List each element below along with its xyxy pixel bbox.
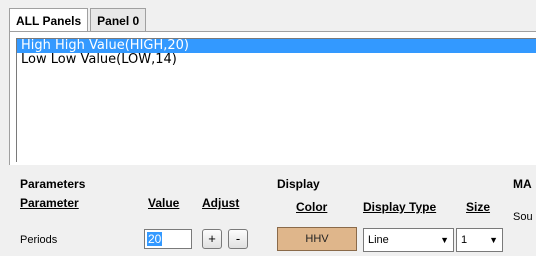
- periods-value-text: 20: [147, 232, 163, 246]
- display-type-select[interactable]: Line ▼: [363, 228, 454, 252]
- size-column-header: Size: [466, 200, 491, 214]
- indicator-list[interactable]: High High Value(HIGH,20) Low Low Value(L…: [16, 38, 536, 162]
- color-swatch-button[interactable]: HHV: [277, 227, 357, 251]
- chevron-down-icon: ▼: [440, 235, 449, 245]
- decrement-button[interactable]: -: [228, 229, 248, 249]
- parameters-title: Parameters: [20, 177, 86, 191]
- adjust-column-header: Adjust: [202, 196, 240, 210]
- source-label: Sou: [513, 211, 533, 223]
- periods-label: Periods: [20, 234, 58, 246]
- ma-title: MA: [513, 177, 532, 191]
- size-value: 1: [461, 234, 468, 246]
- list-item[interactable]: Low Low Value(LOW,14): [17, 53, 536, 67]
- increment-button[interactable]: +: [202, 229, 222, 249]
- display-type-value: Line: [368, 234, 389, 246]
- parameter-column-header: Parameter: [20, 196, 79, 210]
- list-item[interactable]: High High Value(HIGH,20): [17, 39, 536, 53]
- periods-value-input[interactable]: 20: [144, 229, 192, 249]
- color-column-header: Color: [296, 200, 328, 214]
- value-column-header: Value: [148, 196, 180, 210]
- indicator-panel: High High Value(HIGH,20) Low Low Value(L…: [9, 31, 536, 165]
- display-type-column-header: Display Type: [363, 200, 437, 214]
- display-title: Display: [277, 177, 320, 191]
- panel-tabs: ALL Panels Panel 0: [9, 8, 148, 33]
- chevron-down-icon: ▼: [489, 235, 498, 245]
- tab-all-panels[interactable]: ALL Panels: [9, 8, 89, 33]
- size-select[interactable]: 1 ▼: [456, 228, 503, 252]
- tab-panel-0[interactable]: Panel 0: [90, 8, 147, 32]
